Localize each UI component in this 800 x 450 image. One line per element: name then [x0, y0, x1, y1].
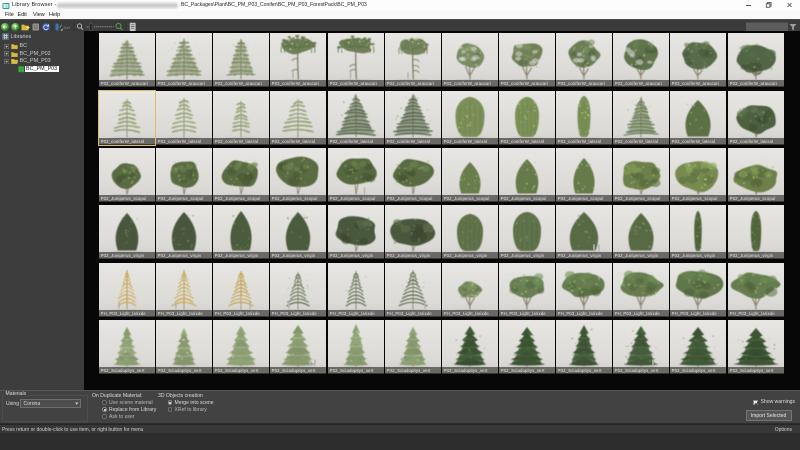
svg-text:P02_coniferW_lateral: P02_coniferW_lateral [672, 139, 715, 144]
svg-text:PH_P03_Light_larixde: PH_P03_Light_larixde [444, 311, 490, 316]
svg-text:P02_Sciadopitys_vert: P02_Sciadopitys_vert [672, 368, 717, 373]
svg-text:P02_Sciadopitys_vert: P02_Sciadopitys_vert [215, 368, 260, 373]
svg-text:P02_coniferW_lateral: P02_coniferW_lateral [615, 139, 658, 144]
svg-text:PH_P03_Light_larixde: PH_P03_Light_larixde [387, 311, 433, 316]
svg-text:P02_coniferW_araucari: P02_coniferW_araucari [272, 81, 319, 86]
svg-text:P02_Sciadopitys_vert: P02_Sciadopitys_vert [387, 368, 432, 373]
svg-text:P02_Sciadopitys_vert: P02_Sciadopitys_vert [615, 368, 660, 373]
svg-text:P02_coniferW_lateral: P02_coniferW_lateral [101, 139, 144, 144]
svg-text:P02_Juniperus_scopul: P02_Juniperus_scopul [272, 196, 318, 201]
svg-text:P02_Juniperus_virgin: P02_Juniperus_virgin [730, 253, 774, 258]
svg-text:PH_P03_Light_larixde: PH_P03_Light_larixde [158, 311, 204, 316]
svg-text:PH_P03_Light_larixde: PH_P03_Light_larixde [558, 311, 604, 316]
svg-text:P02_coniferW_araucari: P02_coniferW_araucari [158, 81, 205, 86]
svg-text:P02_coniferW_araucari: P02_coniferW_araucari [558, 81, 605, 86]
svg-text:P02_coniferW_lateral: P02_coniferW_lateral [558, 139, 601, 144]
svg-text:P02_coniferW_araucari: P02_coniferW_araucari [615, 81, 662, 86]
svg-text:P02_coniferW_lateral: P02_coniferW_lateral [730, 139, 773, 144]
svg-text:P02_Sciadopitys_vert: P02_Sciadopitys_vert [101, 368, 146, 373]
svg-text:P02_coniferW_lateral: P02_coniferW_lateral [501, 139, 544, 144]
svg-text:P02_Juniperus_virgin: P02_Juniperus_virgin [158, 253, 202, 258]
svg-text:P02_Juniperus_scopul: P02_Juniperus_scopul [215, 196, 261, 201]
svg-text:P02_Juniperus_virgin: P02_Juniperus_virgin [215, 253, 259, 258]
svg-text:P02_Juniperus_virgin: P02_Juniperus_virgin [272, 253, 316, 258]
svg-text:P02_Juniperus_scopul: P02_Juniperus_scopul [101, 196, 147, 201]
svg-text:P02_Juniperus_virgin: P02_Juniperus_virgin [330, 253, 374, 258]
svg-text:P02_coniferW_lateral: P02_coniferW_lateral [158, 139, 201, 144]
svg-text:PH_P03_Light_larixde: PH_P03_Light_larixde [330, 311, 376, 316]
svg-text:P02_Juniperus_scopul: P02_Juniperus_scopul [158, 196, 204, 201]
svg-text:P02_coniferW_lateral: P02_coniferW_lateral [272, 139, 315, 144]
svg-text:P02_Juniperus_virgin: P02_Juniperus_virgin [615, 253, 659, 258]
svg-text:P02_Juniperus_scopul: P02_Juniperus_scopul [387, 196, 433, 201]
svg-text:P02_coniferW_araucari: P02_coniferW_araucari [672, 81, 719, 86]
svg-text:P02_Sciadopitys_vert: P02_Sciadopitys_vert [501, 368, 546, 373]
svg-text:P02_Sciadopitys_vert: P02_Sciadopitys_vert [730, 368, 775, 373]
svg-text:P02_coniferW_araucari: P02_coniferW_araucari [730, 81, 777, 86]
svg-text:PH_P03_Light_larixde: PH_P03_Light_larixde [730, 311, 776, 316]
svg-text:P02_Sciadopitys_vert: P02_Sciadopitys_vert [158, 368, 203, 373]
svg-text:PH_P03_Light_larixde: PH_P03_Light_larixde [615, 311, 661, 316]
svg-text:P02_Sciadopitys_vert: P02_Sciadopitys_vert [444, 368, 489, 373]
svg-text:P02_Juniperus_scopul: P02_Juniperus_scopul [444, 196, 490, 201]
svg-text:P02_Sciadopitys_vert: P02_Sciadopitys_vert [558, 368, 603, 373]
svg-text:PH_P03_Light_larixde: PH_P03_Light_larixde [501, 311, 547, 316]
svg-text:PH_P03_Light_larixde: PH_P03_Light_larixde [101, 311, 147, 316]
svg-text:P02_coniferW_araucari: P02_coniferW_araucari [501, 81, 548, 86]
svg-text:P02_coniferW_araucari: P02_coniferW_araucari [444, 81, 491, 86]
svg-text:P02_coniferW_araucari: P02_coniferW_araucari [387, 81, 434, 86]
svg-text:P02_coniferW_lateral: P02_coniferW_lateral [330, 139, 373, 144]
svg-text:PH_P03_Light_larixde: PH_P03_Light_larixde [215, 311, 261, 316]
svg-text:PH_P03_Light_larixde: PH_P03_Light_larixde [672, 311, 718, 316]
svg-text:P02_Juniperus_scopul: P02_Juniperus_scopul [558, 196, 604, 201]
svg-text:P02_Juniperus_scopul: P02_Juniperus_scopul [672, 196, 718, 201]
svg-text:PH_P03_Light_larixde: PH_P03_Light_larixde [272, 311, 318, 316]
svg-text:P02_Juniperus_virgin: P02_Juniperus_virgin [387, 253, 431, 258]
svg-text:P02_Juniperus_scopul: P02_Juniperus_scopul [501, 196, 547, 201]
svg-text:P02_coniferW_lateral: P02_coniferW_lateral [444, 139, 487, 144]
svg-text:P02_coniferW_araucari: P02_coniferW_araucari [215, 81, 262, 86]
svg-text:P02_Juniperus_scopul: P02_Juniperus_scopul [730, 196, 776, 201]
svg-text:P02_Juniperus_virgin: P02_Juniperus_virgin [501, 253, 545, 258]
svg-text:P02_Juniperus_virgin: P02_Juniperus_virgin [672, 253, 716, 258]
svg-text:P02_coniferW_araucari: P02_coniferW_araucari [330, 81, 377, 86]
svg-text:P02_Juniperus_scopul: P02_Juniperus_scopul [330, 196, 376, 201]
svg-text:P02_coniferW_lateral: P02_coniferW_lateral [215, 139, 258, 144]
svg-text:P02_Sciadopitys_vert: P02_Sciadopitys_vert [330, 368, 375, 373]
svg-text:Def: Def [64, 25, 71, 30]
svg-text:P02_coniferW_araucari: P02_coniferW_araucari [101, 81, 148, 86]
svg-text:P02_coniferW_lateral: P02_coniferW_lateral [387, 139, 430, 144]
svg-text:P02_Sciadopitys_vert: P02_Sciadopitys_vert [272, 368, 317, 373]
svg-text:P02_Juniperus_virgin: P02_Juniperus_virgin [444, 253, 488, 258]
svg-text:P02_Juniperus_scopul: P02_Juniperus_scopul [615, 196, 661, 201]
svg-text:P02_Juniperus_virgin: P02_Juniperus_virgin [558, 253, 602, 258]
svg-text:P02_Juniperus_virgin: P02_Juniperus_virgin [101, 253, 145, 258]
